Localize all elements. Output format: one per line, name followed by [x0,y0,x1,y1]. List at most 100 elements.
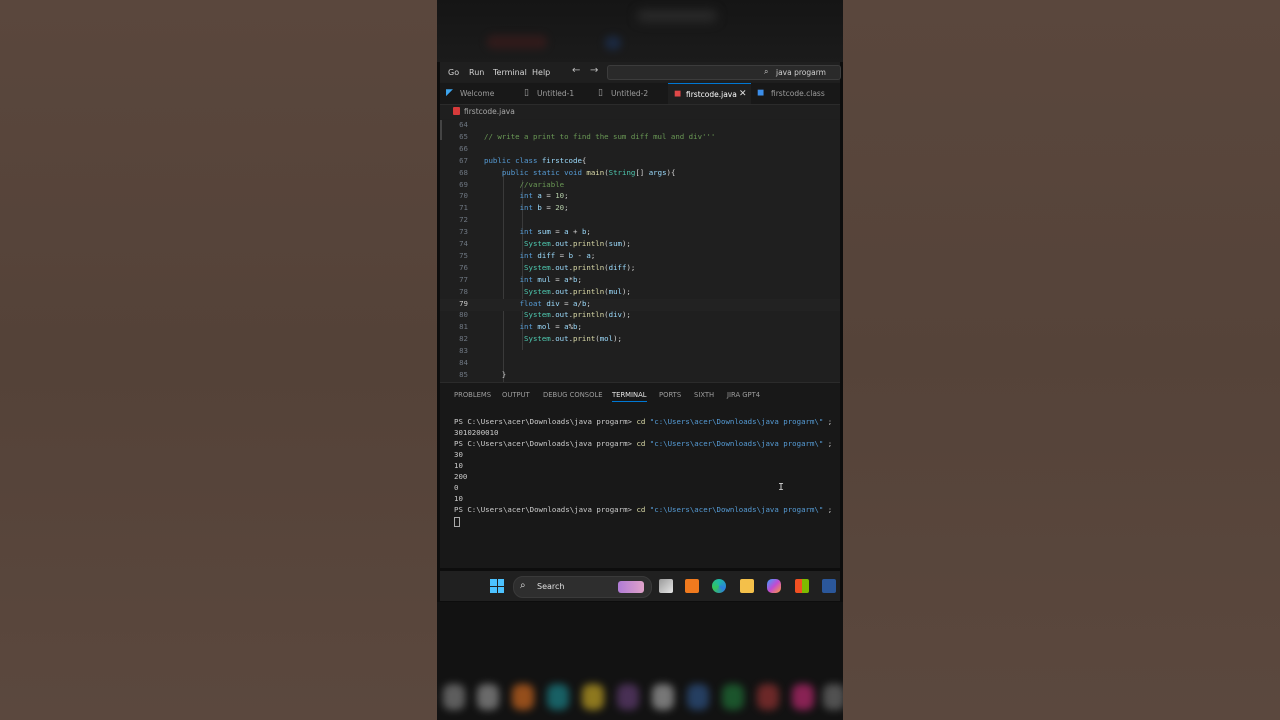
folder-icon[interactable] [740,579,754,593]
code-line[interactable]: 72 [440,215,840,227]
forward-arrow-icon[interactable]: → [590,65,598,76]
tab-firstcode-java[interactable]: ◼ firstcode.java ✕ [668,83,751,104]
line-number: 77 [459,274,468,284]
code-line[interactable]: 81 int mol = a%b; [440,322,840,334]
class-file-icon: ◼ [757,88,765,98]
code-line[interactable]: 64 [440,120,840,132]
line-number: 79 [459,298,468,308]
line-number: 81 [459,322,468,332]
tab-output[interactable]: OUTPUT [502,391,530,399]
code-line[interactable]: 65 // write a print to find the sum diff … [440,132,840,144]
video-frame: Go Run Terminal Help ← → ⌕ java progarm … [437,0,843,720]
store-icon[interactable] [795,579,809,593]
text-cursor-icon: I [778,482,785,493]
code-text: int a = 10; [519,191,569,201]
code-line[interactable]: 76 System.out.println(diff); [440,263,840,275]
code-line[interactable]: 78 System.out.println(mul); [440,287,840,299]
code-text: int mul = a*b; [519,274,582,284]
code-line[interactable]: 80 System.out.println(div); [440,310,840,322]
line-number: 69 [459,179,468,189]
code-line[interactable]: 71 int b = 20; [440,203,840,215]
file-explorer-icon[interactable] [659,579,673,593]
code-line[interactable]: 84 [440,358,840,370]
back-arrow-icon[interactable]: ← [572,65,580,76]
vscode-icon: ◤ [446,88,453,98]
edge-icon[interactable] [712,579,726,593]
tab-firstcode-class[interactable]: ◼ firstcode.class [751,83,840,104]
search-icon: ⌕ [764,67,769,76]
code-line[interactable]: 85 } [440,370,840,382]
code-line[interactable]: 73 int sum = a + b; [440,227,840,239]
line-number: 71 [459,203,468,213]
menu-run[interactable]: Run [469,68,484,77]
blurred-shape [652,684,674,710]
line-number: 70 [459,191,468,201]
code-text: int sum = a + b; [519,227,591,237]
tab-untitled-1[interactable]: ▯ Untitled-1 [516,83,592,104]
command-center-search[interactable]: ⌕ java progarm [607,65,841,80]
line-number: 66 [459,143,468,153]
code-line[interactable]: 66 [440,144,840,156]
line-number: 74 [459,239,468,248]
menu-terminal[interactable]: Terminal [493,68,527,77]
vlc-icon[interactable] [685,579,699,593]
terminal-line: PS C:\Users\acer\Downloads\java progarm>… [454,439,833,448]
code-line[interactable]: 77 int mul = a*b; [440,275,840,287]
tab-untitled-2[interactable]: ▯ Untitled-2 [592,83,668,104]
code-line[interactable]: 74 System.out.println(sum); [440,239,840,251]
code-text: // write a print to find the sum diff mu… [484,131,716,141]
code-line[interactable]: 83 [440,346,840,358]
tab-debug-console[interactable]: DEBUG CONSOLE [543,391,603,399]
code-line[interactable]: 70 int a = 10; [440,191,840,203]
blurred-shape [512,684,534,710]
terminal-line: PS C:\Users\acer\Downloads\java progarm>… [454,417,833,426]
tab-welcome[interactable]: ◤ Welcome [440,83,516,104]
tab-jira-gpt4[interactable]: JIRA GPT4 [727,391,760,399]
terminal-line: 200 [454,472,468,481]
terminal-line: 30 [454,450,463,459]
blurred-shape [617,684,639,710]
code-line[interactable]: 68 public static void main(String[] args… [440,168,840,180]
background-right [843,0,1280,720]
code-line[interactable]: 69 //variable [440,180,840,192]
windows-start-icon[interactable] [490,579,504,593]
copilot-icon[interactable] [767,579,781,593]
blurred-shape [637,10,717,22]
code-text: } [484,369,507,379]
blurred-dock [437,602,843,720]
blurred-shape [757,684,779,710]
search-icon: ⌕ [520,580,526,591]
java-icon [453,107,460,115]
menu-help[interactable]: Help [532,68,550,77]
blurred-shape [582,684,604,710]
code-text: int mol = a%b; [519,322,582,332]
menu-go[interactable]: Go [448,68,459,77]
code-editor[interactable]: 64 65 // write a print to find the sum dif… [440,120,840,382]
tab-problems[interactable]: PROBLEMS [454,391,491,399]
java-icon: ◼ [674,89,682,99]
tab-terminal[interactable]: TERMINAL [612,391,647,402]
terminal-line: 3010200010 [454,428,499,437]
blurred-shape [477,684,499,710]
line-number: 68 [459,167,468,177]
code-line[interactable]: 67 public class firstcode{ [440,156,840,168]
menu-bar: Go Run Terminal Help ← → ⌕ java progarm [440,62,841,82]
code-line[interactable]: 82 System.out.print(mol); [440,334,840,346]
taskbar-search[interactable]: ⌕ Search [513,576,652,598]
tab-ports[interactable]: PORTS [659,391,681,399]
breadcrumb-file[interactable]: firstcode.java [464,107,515,116]
editor-tabs: ◤ Welcome ▯ Untitled-1 ▯ Untitled-2 ◼ fi… [440,83,840,105]
code-text: public static void main(String[] args){ [501,167,676,177]
code-text: //variable [484,179,565,189]
code-line[interactable]: 75 int diff = b - a; [440,251,840,263]
code-line[interactable]: 79 float div = a/b; [440,298,840,311]
file-icon: ▯ [524,88,529,98]
line-number: 76 [459,262,468,272]
line-number: 82 [459,334,468,344]
blurred-shape [605,36,621,50]
word-icon[interactable] [822,579,836,593]
code-text: System.out.println(mul); [524,286,631,296]
close-icon[interactable]: ✕ [739,89,747,99]
tab-sixth[interactable]: SIXTH [694,391,714,399]
blurred-shape [547,684,569,710]
